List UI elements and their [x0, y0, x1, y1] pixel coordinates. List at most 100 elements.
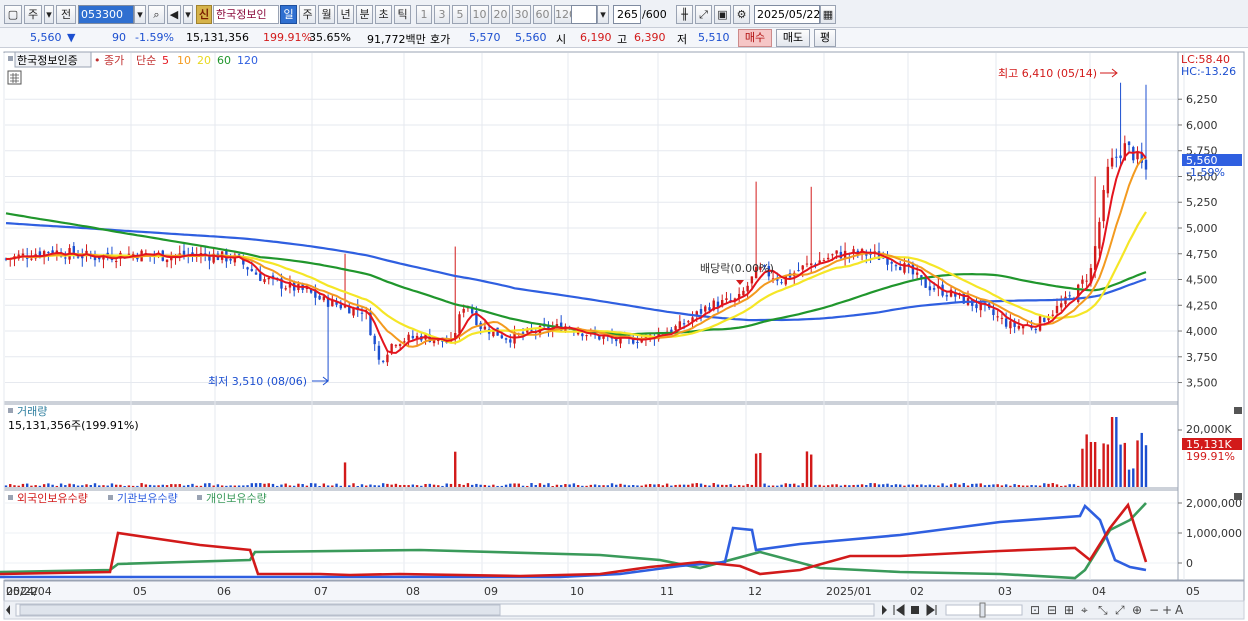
- interval-button-3[interactable]: 3: [434, 5, 450, 24]
- volume-bar: [331, 485, 334, 487]
- volume-bar: [263, 483, 266, 487]
- stop-icon[interactable]: [911, 606, 919, 614]
- speaker-dropdown-icon[interactable]: ▾: [183, 5, 193, 24]
- draw-icon[interactable]: ⤡: [1098, 603, 1108, 617]
- search-icon[interactable]: ⌕: [148, 5, 165, 24]
- volume-bar: [55, 485, 59, 487]
- volume-bar: [729, 484, 732, 487]
- volume-tick-label: 20,000K: [1186, 423, 1232, 436]
- table-icon[interactable]: [7, 70, 22, 85]
- zoom-slider-handle[interactable]: [979, 602, 986, 618]
- eval-button[interactable]: 평: [814, 29, 836, 47]
- interval-button-10[interactable]: 10: [470, 5, 489, 24]
- candle-body: [678, 321, 682, 329]
- volume-bar: [805, 451, 809, 487]
- interval-button-1[interactable]: 1: [416, 5, 432, 24]
- save-icon[interactable]: ▣: [714, 5, 731, 24]
- candle-body: [339, 304, 342, 309]
- interval-button-20[interactable]: 20: [491, 5, 510, 24]
- zoom-box-icon[interactable]: ⊡: [1030, 603, 1040, 617]
- interval-button-30[interactable]: 30: [512, 5, 531, 24]
- volume-bar: [98, 485, 101, 487]
- stock-code-input[interactable]: 053300: [78, 5, 134, 24]
- volume-bar: [983, 485, 987, 487]
- volume-bar: [59, 483, 63, 487]
- add-icon[interactable]: ⊕: [1132, 603, 1142, 617]
- font-icon[interactable]: A: [1175, 603, 1184, 617]
- volume-rate: 199.91%: [263, 31, 312, 44]
- volume-bar: [856, 484, 860, 487]
- period-button-4[interactable]: 분: [356, 5, 373, 24]
- volume-bar: [869, 483, 872, 487]
- scrollbar-thumb[interactable]: [19, 604, 501, 616]
- layout-icon[interactable]: ⊟: [1047, 603, 1057, 617]
- date-input[interactable]: 2025/05/22: [754, 5, 820, 24]
- candle-body: [780, 282, 783, 284]
- holdings-panel-close-icon[interactable]: [1234, 493, 1242, 500]
- calendar-icon[interactable]: ▦: [820, 5, 836, 24]
- gear-icon[interactable]: ⚙: [733, 5, 750, 24]
- volume-bar: [492, 484, 495, 487]
- sell-button[interactable]: 매도: [776, 29, 810, 47]
- volume-bar: [284, 483, 287, 487]
- mode-button[interactable]: 주: [24, 5, 42, 24]
- zoom-out-icon[interactable]: −: [1149, 603, 1159, 617]
- speaker-icon[interactable]: ◀: [167, 5, 181, 24]
- blank-dropdown-icon[interactable]: ▾: [597, 5, 609, 24]
- period-button-5[interactable]: 초: [375, 5, 392, 24]
- interval-button-60[interactable]: 60: [533, 5, 552, 24]
- candle-body: [742, 290, 745, 296]
- volume-bar: [246, 485, 249, 487]
- blank-select[interactable]: [571, 5, 597, 24]
- period-button-2[interactable]: 월: [318, 5, 335, 24]
- volume-bar: [971, 483, 974, 487]
- candle-body: [602, 336, 605, 339]
- volume-bar: [814, 484, 817, 487]
- time-tick-label: 12: [748, 585, 762, 598]
- volume-bar: [174, 484, 177, 487]
- volume-bar: [38, 485, 42, 487]
- chart-tools-icon[interactable]: ⤢: [695, 5, 712, 24]
- volume-panel-close-icon[interactable]: [1234, 407, 1242, 414]
- buy-button[interactable]: 매수: [738, 29, 772, 47]
- institution-legend-square-icon: [108, 495, 113, 500]
- volume-bar: [157, 485, 160, 487]
- candle-body: [360, 312, 364, 314]
- volume-bar: [822, 485, 826, 487]
- candle-body: [687, 321, 690, 323]
- prev-button[interactable]: 전: [56, 5, 76, 24]
- period-button-1[interactable]: 주: [299, 5, 316, 24]
- bar-count-input[interactable]: 265: [613, 5, 641, 24]
- volume-bar: [543, 484, 546, 487]
- volume-bar: [428, 483, 431, 487]
- legend-stock-name: 한국정보인증: [17, 54, 78, 67]
- volume-bar: [85, 484, 88, 487]
- interval-button-5[interactable]: 5: [452, 5, 468, 24]
- volume-bar: [93, 483, 97, 487]
- candle-body: [47, 251, 50, 253]
- volume-bar: [1055, 484, 1059, 487]
- period-button-0[interactable]: 일: [280, 5, 297, 24]
- window-icon[interactable]: ▢: [4, 5, 22, 24]
- mode-dropdown-icon[interactable]: ▾: [44, 5, 54, 24]
- code-dropdown-icon[interactable]: ▾: [134, 5, 146, 24]
- candle-type-icon[interactable]: ╫: [676, 5, 693, 24]
- period-button-3[interactable]: 년: [337, 5, 354, 24]
- zoom-in-icon[interactable]: +: [1162, 603, 1172, 617]
- volume-bar: [309, 483, 313, 487]
- volume-bar: [839, 485, 843, 487]
- stock-chart[interactable]: 6,2506,0005,7505,5005,2505,0004,7504,500…: [0, 50, 1248, 621]
- volume-bar: [954, 483, 957, 487]
- trend-icon[interactable]: ⤢: [1114, 603, 1125, 617]
- volume-bar: [945, 485, 949, 487]
- volume-bar: [449, 483, 453, 487]
- volume-bar: [51, 484, 54, 487]
- volume-bar: [76, 485, 80, 487]
- volume-bar: [1119, 444, 1122, 487]
- individual-legend-square-icon: [197, 495, 202, 500]
- grid-icon[interactable]: ⊞: [1064, 603, 1074, 617]
- volume-bar: [102, 485, 105, 487]
- period-button-6[interactable]: 틱: [394, 5, 411, 24]
- volume-bar: [920, 484, 923, 487]
- crosshair-icon[interactable]: ⌖: [1081, 603, 1088, 617]
